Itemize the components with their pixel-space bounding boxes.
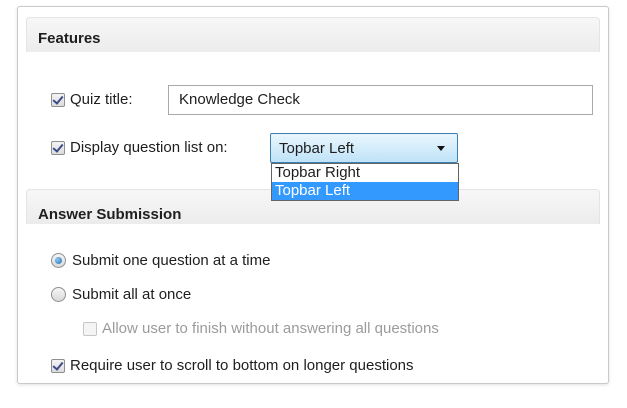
question-list-selected-value: Topbar Left [279,139,355,157]
option-topbar-left[interactable]: Topbar Left [272,182,458,200]
allow-finish-label: Allow user to finish without answering a… [102,320,439,337]
features-title: Features [38,30,101,47]
quiz-title-input[interactable]: Knowledge Check [168,85,593,115]
submit-one-radio[interactable] [51,253,66,268]
require-scroll-checkbox[interactable] [51,358,65,373]
submit-one-label[interactable]: Submit one question at a time [72,252,270,269]
submit-all-row: Submit all at once [51,286,191,303]
question-list-select[interactable]: Topbar Left [270,133,458,163]
allow-finish-row: Allow user to finish without answering a… [83,320,439,337]
submit-one-row: Submit one question at a time [51,252,270,269]
require-scroll-row: Require user to scroll to bottom on long… [51,357,414,374]
quiz-title-label[interactable]: Quiz title: [70,91,133,108]
chevron-down-icon [437,146,445,151]
question-list-label[interactable]: Display question list on: [70,139,228,156]
question-list-checkbox[interactable] [51,140,65,155]
allow-finish-checkbox [83,321,97,336]
settings-panel: Features Quiz title: Knowledge Check Dis… [17,6,609,384]
submit-all-label[interactable]: Submit all at once [72,286,191,303]
question-list-row: Display question list on: [51,139,228,156]
require-scroll-label[interactable]: Require user to scroll to bottom on long… [70,357,414,374]
quiz-title-row: Quiz title: [51,91,133,108]
question-list-dropdown: Topbar Right Topbar Left [271,163,459,201]
features-section-header [26,17,600,52]
answer-submission-title: Answer Submission [38,206,182,223]
submit-all-radio[interactable] [51,287,66,302]
quiz-title-checkbox[interactable] [51,92,65,107]
option-topbar-right[interactable]: Topbar Right [272,164,458,182]
